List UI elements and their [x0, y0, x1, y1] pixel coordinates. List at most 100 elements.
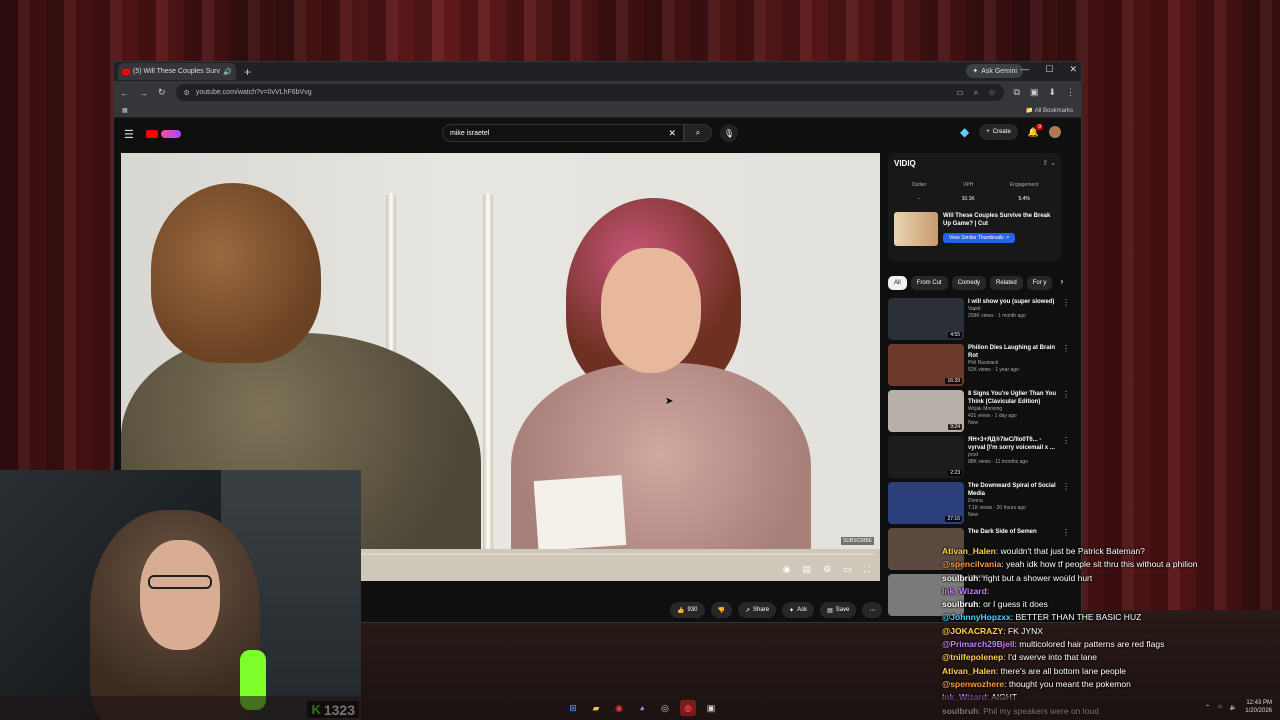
recommendation-title[interactable]: The Dark Side of Semen: [968, 528, 1037, 536]
back-icon[interactable]: ←: [120, 88, 129, 98]
recommendation-item[interactable]: 16:39 Philion Dies Laughing at Brain Rot P…: [888, 344, 1070, 390]
clock[interactable]: 12:43 PM 1/20/2026: [1245, 699, 1272, 715]
bookmark-star-icon[interactable]: ☆: [988, 88, 995, 98]
terminal-icon[interactable]: ▣: [703, 700, 719, 716]
more-options-icon[interactable]: ⋮: [1062, 390, 1070, 436]
more-options-icon[interactable]: ⋮: [1062, 482, 1070, 528]
tab-youtube[interactable]: (5) Will These Couples Surv 🔊 ✕: [118, 63, 236, 80]
close-window-button[interactable]: ✕: [1069, 64, 1077, 75]
recommendation-channel[interactable]: Phil Rusinack: [968, 360, 1058, 367]
sidepanel-icon[interactable]: ▣: [1030, 87, 1039, 98]
chat-username[interactable]: Ativan_Halen: [942, 666, 996, 676]
extensions-icon[interactable]: ⧉: [1014, 87, 1020, 98]
recommendation-thumbnail[interactable]: 9:24: [888, 390, 964, 432]
chevron-right-icon[interactable]: ›: [1060, 276, 1063, 290]
all-bookmarks-link[interactable]: 📁 All Bookmarks: [1026, 107, 1073, 114]
recommendation-channel[interactable]: Vapid: [968, 306, 1054, 313]
miniplayer-icon[interactable]: ▭: [843, 564, 852, 575]
obs-icon[interactable]: ◎: [657, 700, 673, 716]
discord-icon[interactable]: ◕: [634, 700, 650, 716]
chat-username[interactable]: Ativan_Halen: [942, 546, 996, 556]
new-tab-button[interactable]: +: [244, 65, 251, 79]
ask-gemini-button[interactable]: ✦ Ask Gemini: [966, 64, 1023, 78]
hamburger-icon[interactable]: ☰: [124, 128, 134, 141]
recommendation-title[interactable]: 8 Signs You're Uglier Than You Think (Cl…: [968, 390, 1058, 406]
chat-username[interactable]: @tnilfepolenep: [942, 652, 1003, 662]
like-button[interactable]: 👍 930: [670, 602, 705, 618]
chat-username[interactable]: soulbruh: [942, 599, 978, 609]
share-button[interactable]: ↗ Share: [737, 602, 777, 618]
recommendation-thumbnail[interactable]: 4:55: [888, 298, 964, 340]
recommendation-channel[interactable]: prod: [968, 452, 1058, 459]
zoom-icon[interactable]: ⌕: [974, 88, 978, 98]
youtube-doodle-icon[interactable]: [160, 130, 181, 138]
cast-icon[interactable]: ▭: [956, 88, 964, 98]
chat-username[interactable]: @JOKACRAZY: [942, 626, 1003, 636]
save-button[interactable]: ▤ Save: [820, 602, 857, 618]
clear-search-icon[interactable]: ✕: [668, 128, 676, 139]
maximize-button[interactable]: ☐: [1045, 64, 1053, 75]
vidiq-icon[interactable]: ◆: [960, 125, 969, 139]
settings-gear-icon[interactable]: ⚙: [823, 564, 831, 575]
light-pole: [483, 193, 493, 553]
chip-for-you[interactable]: For y: [1026, 276, 1053, 290]
minimize-button[interactable]: —: [1020, 64, 1029, 75]
chat-username[interactable]: @spencilvania: [942, 559, 1001, 569]
dislike-button[interactable]: 👎: [710, 602, 732, 618]
search-button[interactable]: ⌕: [684, 124, 712, 142]
chip-from-cut[interactable]: From Cut: [910, 276, 948, 290]
site-info-icon[interactable]: ⚙: [184, 89, 190, 97]
recommendation-thumbnail[interactable]: 27:16: [888, 482, 964, 524]
recommendation-title[interactable]: I will show you (super slowed): [968, 298, 1054, 306]
chat-username[interactable]: @spenwozhere: [942, 679, 1004, 689]
recommendation-thumbnail[interactable]: 2:23: [888, 436, 964, 478]
chip-related[interactable]: Related: [990, 276, 1023, 290]
file-explorer-icon[interactable]: ▰: [588, 700, 604, 716]
forward-icon[interactable]: →: [139, 88, 148, 98]
notifications-icon[interactable]: 🔔 9: [1028, 123, 1043, 138]
create-button[interactable]: + Create: [979, 124, 1018, 140]
windows-start-icon[interactable]: ⊞: [565, 700, 581, 716]
view-similar-thumbnails-button[interactable]: View Similar Thumbnails ↗: [943, 233, 1016, 243]
more-options-icon[interactable]: ⋮: [1062, 344, 1070, 390]
chat-username[interactable]: @JohnnyHopzxx: [942, 612, 1011, 622]
chrome-icon[interactable]: ◉: [611, 700, 627, 716]
recommendation-item[interactable]: 2:23 ЯН+3+ЯД®7ІиСЛІо0Т6... - vyrval [I'm …: [888, 436, 1070, 482]
apps-grid-icon[interactable]: ▦: [122, 107, 128, 114]
captions-icon[interactable]: ▤: [803, 564, 812, 575]
ask-button[interactable]: ✦ Ask: [782, 602, 815, 618]
close-tab-icon[interactable]: ✕: [235, 66, 236, 77]
recommendation-item[interactable]: 4:55 I will show you (super slowed) Vapid 2…: [888, 298, 1070, 344]
vidiq-upload-icon[interactable]: ⇪ ⌄: [1042, 159, 1056, 168]
recommendation-item[interactable]: 27:16 The Downward Spiral of Social Media…: [888, 482, 1070, 528]
recommendation-title[interactable]: ЯН+3+ЯД®7ІиСЛІо0Т6... - vyrval [I'm sorr…: [968, 436, 1058, 452]
avatar[interactable]: [1049, 126, 1061, 138]
downloads-icon[interactable]: ⬇: [1048, 87, 1056, 98]
recommendation-title[interactable]: Philion Dies Laughing at Brain Rot: [968, 344, 1058, 360]
fullscreen-icon[interactable]: ⛶: [864, 564, 870, 575]
recommendation-channel[interactable]: Wojak Mooxing: [968, 406, 1058, 413]
more-actions-button[interactable]: ⋯: [862, 602, 883, 618]
recording-app-icon[interactable]: ◍: [680, 700, 696, 716]
voice-search-button[interactable]: 🎙: [720, 124, 738, 142]
chat-username[interactable]: soulbruh: [942, 573, 978, 583]
chip-all[interactable]: All: [888, 276, 907, 290]
recommendation-thumbnail[interactable]: 16:39: [888, 344, 964, 386]
autoplay-toggle-icon[interactable]: ◉: [783, 564, 791, 575]
recommendation-item[interactable]: 9:24 8 Signs You're Uglier Than You Think…: [888, 390, 1070, 436]
address-bar[interactable]: ⚙ youtube.com/watch?v=0vVLhF6bVvg ▭ ⌕ ☆: [175, 84, 1004, 101]
tray-chevron-icon[interactable]: ⌃: [1205, 704, 1210, 711]
recommendation-channel[interactable]: Donna: [968, 498, 1058, 505]
network-icon[interactable]: ⌂: [1218, 704, 1222, 710]
chat-username[interactable]: @Primarch29Bjell: [942, 639, 1015, 649]
more-options-icon[interactable]: ⋮: [1062, 436, 1070, 482]
chip-comedy[interactable]: Comedy: [951, 276, 987, 290]
more-options-icon[interactable]: ⋮: [1062, 298, 1070, 344]
menu-dots-icon[interactable]: ⋮: [1066, 87, 1075, 98]
search-input[interactable]: mike israetel ✕: [442, 124, 684, 142]
reload-icon[interactable]: ↻: [158, 87, 166, 98]
chat-username[interactable]: Ink_Wizard: [942, 586, 987, 596]
youtube-logo-icon[interactable]: [145, 130, 158, 138]
recommendation-title[interactable]: The Downward Spiral of Social Media: [968, 482, 1058, 498]
volume-icon[interactable]: 🔈: [1230, 704, 1237, 711]
